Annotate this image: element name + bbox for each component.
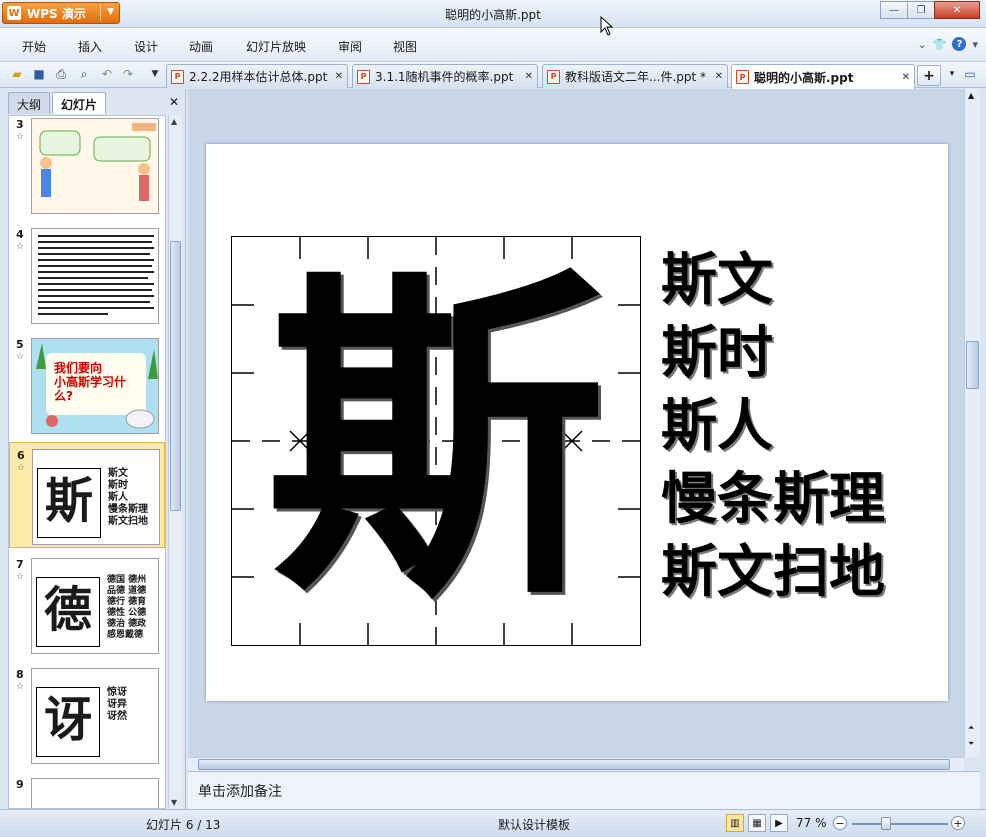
slide-thumbnail-selected[interactable]: 6 ☆ 斯 斯文 斯时 斯人 慢条斯理 斯文扫地	[9, 442, 165, 548]
collapse-ribbon-icon[interactable]: ⌄	[918, 38, 927, 51]
ppt-file-icon: P	[736, 70, 749, 84]
close-tab-icon[interactable]: ✕	[525, 71, 533, 82]
word-item: 慢条斯理	[661, 466, 885, 532]
word-item: 斯时	[661, 320, 773, 386]
mouse-cursor-icon	[600, 16, 614, 36]
slide-5-title: 我们要向 小高斯学习什 么?	[54, 361, 127, 403]
tab-outline[interactable]: 大纲	[8, 92, 51, 114]
thumbnail-scrollbar[interactable]: ▲ ▼	[168, 115, 182, 809]
editor-horizontal-scrollbar[interactable]	[188, 757, 964, 771]
title-bar: W WPS 演示 ▼ 聪明的小高斯.ppt — ❐ ✕	[0, 0, 986, 28]
menu-item-insert[interactable]: 插入	[78, 38, 102, 55]
animation-star-icon: ☆	[16, 242, 25, 252]
current-slide[interactable]: 斯 斯文 斯时 斯人 慢条斯理 斯文扫地	[206, 144, 948, 701]
menu-item-design[interactable]: 设计	[134, 38, 158, 55]
cartoon-slide-preview	[39, 123, 156, 201]
open-folder-icon[interactable]: ▰	[9, 66, 25, 82]
template-name: 默认设计模板	[498, 818, 571, 832]
animation-star-icon: ☆	[16, 132, 25, 142]
new-tab-button[interactable]: +	[917, 65, 941, 86]
tile-windows-icon[interactable]: ▭	[962, 66, 978, 82]
menu-item-view[interactable]: 视图	[393, 38, 417, 55]
save-icon[interactable]: ■	[31, 66, 47, 82]
print-preview-icon[interactable]: ⌕	[76, 66, 92, 82]
tab-slides[interactable]: 幻灯片	[52, 92, 107, 114]
slide-thumbnail[interactable]: 5 ☆ 我们要向 小高斯学习什 么?	[9, 332, 165, 438]
close-tab-icon[interactable]: ✕	[715, 71, 723, 82]
menu-item-start[interactable]: 开始	[22, 38, 46, 55]
redo-icon[interactable]: ↷	[120, 66, 136, 82]
normal-view-icon[interactable]: ▥	[726, 814, 744, 832]
word-list: 斯文 斯时 斯人 慢条斯理 斯文扫地	[661, 244, 885, 609]
word-item: 斯文	[661, 247, 773, 313]
slide-sorter-icon[interactable]: ▦	[748, 814, 766, 832]
chevron-down-icon[interactable]: ▾	[972, 38, 978, 51]
zoom-in-button[interactable]: +	[951, 816, 965, 830]
doc-tab-1[interactable]: P 2.2.2用样本估计总体.ppt * ✕	[166, 64, 348, 88]
minimize-button[interactable]: —	[880, 1, 908, 19]
animation-star-icon: ☆	[16, 352, 25, 362]
menu-bar: 开始 插入 设计 动画 幻灯片放映 审阅 视图 ⌄ 👕 ? ▾	[0, 28, 986, 62]
scroll-up-icon[interactable]: ▲	[968, 91, 974, 100]
slide-thumbnail[interactable]: 8 ☆ 讶 惊讶 讶异 讶然	[9, 662, 165, 768]
dense-text-preview	[38, 235, 154, 315]
window-controls: — ❐ ✕	[880, 1, 980, 19]
zoom-out-button[interactable]: −	[833, 816, 847, 830]
next-slide-icon[interactable]: ⏷	[968, 739, 974, 749]
doc-tab-3[interactable]: P 教科版语文二年...件.ppt * ✕	[542, 64, 728, 88]
zoom-level: 77 %	[796, 816, 827, 830]
tab-list-dropdown-icon[interactable]: ▾	[944, 66, 960, 82]
slide-thumbnail[interactable]: 9	[9, 772, 165, 808]
menu-item-animation[interactable]: 动画	[189, 38, 213, 55]
word-item: 斯人	[661, 393, 773, 459]
zoom-slider[interactable]	[852, 823, 948, 825]
slide-thumbnail[interactable]: 3 ☆	[9, 116, 165, 218]
ppt-file-icon: P	[547, 69, 560, 84]
zoom-slider-handle[interactable]	[881, 817, 891, 830]
animation-star-icon: ☆	[16, 572, 25, 582]
slides-panel: 大纲 幻灯片 ✕ 3 ☆ 4 ☆ 5 ☆ 我们要向 小高斯学习什 么? 6 ☆ …	[0, 89, 186, 809]
quick-toolbar: ▰ ■ ⎙ ⌕ ↶ ↷ ▼ P 2.2.2用样本估计总体.ppt * ✕ P 3…	[0, 62, 986, 89]
doc-tab-2[interactable]: P 3.1.1随机事件的概率.ppt ✕	[352, 64, 538, 88]
close-tab-icon[interactable]: ✕	[902, 72, 910, 83]
slide-counter: 幻灯片 6 / 13	[146, 818, 221, 832]
animation-star-icon: ☆	[17, 463, 26, 473]
prev-slide-icon[interactable]: ⏶	[968, 723, 974, 733]
status-bar: 幻灯片 6 / 13 默认设计模板 ▥ ▦ ▶ 77 % − +	[0, 809, 986, 837]
word-item: 斯文扫地	[661, 539, 885, 605]
close-panel-icon[interactable]: ✕	[169, 95, 179, 109]
slideshow-icon[interactable]: ▶	[770, 814, 788, 832]
undo-icon[interactable]: ↶	[99, 66, 115, 82]
slide-thumbnail-list: 3 ☆ 4 ☆ 5 ☆ 我们要向 小高斯学习什 么? 6 ☆ 斯 斯文 斯时 斯…	[8, 115, 166, 809]
skin-icon[interactable]: 👕	[933, 38, 947, 51]
help-icon[interactable]: ?	[952, 37, 967, 51]
slide-thumbnail[interactable]: 4 ☆	[9, 222, 165, 328]
ppt-file-icon: P	[357, 69, 370, 84]
close-window-button[interactable]: ✕	[934, 1, 980, 19]
animation-star-icon: ☆	[16, 682, 25, 692]
menu-item-review[interactable]: 审阅	[338, 38, 362, 55]
print-icon[interactable]: ⎙	[53, 66, 69, 82]
scroll-down-icon[interactable]: ▼	[171, 798, 177, 807]
slide-thumbnail[interactable]: 7 ☆ 德 德国 德州 品德 道德 德行 德育 德性 公德 德治 德政 感恩戴德	[9, 552, 165, 658]
notes-pane[interactable]: 单击添加备注	[188, 771, 980, 809]
slide-editor: 斯 斯文 斯时 斯人 慢条斯理 斯文扫地	[188, 89, 968, 757]
doc-tab-active[interactable]: P 聪明的小高斯.ppt ✕	[731, 64, 915, 89]
window-title: 聪明的小高斯.ppt	[445, 8, 541, 22]
ppt-file-icon: P	[171, 69, 184, 84]
maximize-button[interactable]: ❐	[907, 1, 935, 19]
main-character: 斯	[266, 241, 606, 640]
scroll-up-icon[interactable]: ▲	[171, 117, 177, 126]
editor-vertical-scrollbar[interactable]: ▲ ⏶ ⏷	[964, 89, 980, 757]
close-tab-icon[interactable]: ✕	[335, 71, 343, 82]
toolbar-dropdown-icon[interactable]: ▼	[147, 66, 163, 82]
menu-item-slideshow[interactable]: 幻灯片放映	[246, 38, 306, 55]
